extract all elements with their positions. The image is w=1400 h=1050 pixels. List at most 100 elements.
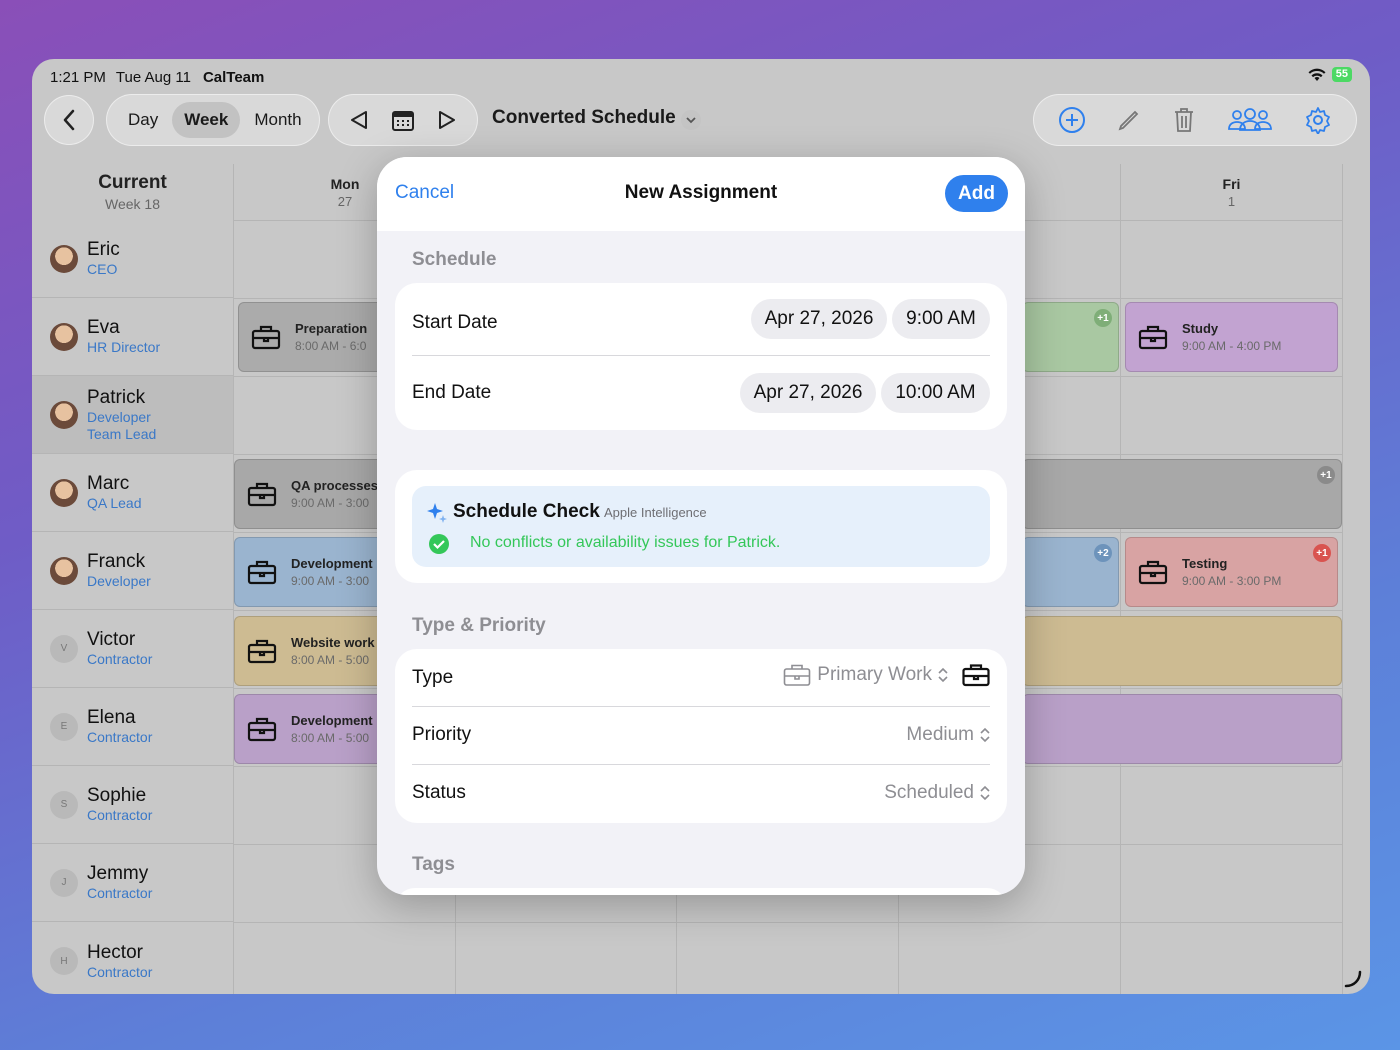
end-time-picker[interactable]: 10:00 AM <box>881 373 990 413</box>
previous-arrow-icon[interactable] <box>348 109 370 131</box>
people-group-icon[interactable] <box>1227 107 1273 133</box>
avatar: E <box>50 712 78 741</box>
next-arrow-icon[interactable] <box>436 109 458 131</box>
resize-handle-icon[interactable] <box>1344 970 1362 988</box>
person-name: Elena <box>87 707 136 728</box>
add-circle-icon[interactable] <box>1058 106 1086 134</box>
person-name: Patrick <box>87 386 146 408</box>
type-priority-card: Type Primary Work Priority Medium Status… <box>395 649 1007 823</box>
briefcase-icon <box>1138 560 1168 585</box>
updown-chevron-icon <box>938 667 948 683</box>
event-testing[interactable]: Testing 9:00 AM - 3:00 PM +1 <box>1125 537 1338 607</box>
event-qa-continued[interactable]: +1 <box>1022 459 1342 529</box>
avatar: S <box>50 790 78 819</box>
event-development-elena[interactable]: Development 8:00 AM - 5:00 <box>234 694 398 764</box>
status-date: Tue Aug 11 <box>115 68 191 86</box>
start-date-label: Start Date <box>412 312 498 333</box>
person-row-sophie[interactable]: S Sophie Contractor <box>32 766 233 844</box>
person-name: Jemmy <box>87 863 149 884</box>
schedule-menu-chevron[interactable] <box>681 110 701 130</box>
event-development-franck[interactable]: Development 9:00 AM - 3:00 <box>234 537 398 607</box>
action-toolbar <box>1033 94 1357 146</box>
event-development-continued[interactable]: +2 <box>1022 537 1119 607</box>
toolbar: Day Week Month Converted Schedule <box>32 94 1370 146</box>
pencil-icon[interactable] <box>1117 108 1141 132</box>
type-picker[interactable]: Primary Work <box>783 663 990 687</box>
avatar <box>50 478 78 507</box>
briefcase-icon <box>1138 325 1168 350</box>
row-divider <box>412 764 990 765</box>
event-green[interactable]: +1 <box>1022 302 1119 372</box>
person-role: CEO <box>87 261 118 277</box>
event-time: 9:00 AM - 3:00 <box>291 496 370 510</box>
day-header-fri[interactable]: Fri 1 <box>1121 176 1342 232</box>
event-development-elena-continued[interactable] <box>1022 694 1342 764</box>
person-row-jemmy[interactable]: J Jemmy Contractor <box>32 844 233 922</box>
event-study[interactable]: Study 9:00 AM - 4:00 PM <box>1125 302 1338 372</box>
person-role: Contractor <box>87 963 153 980</box>
event-time: 9:00 AM - 4:00 PM <box>1182 339 1282 353</box>
back-button[interactable] <box>44 95 94 145</box>
person-row-elena[interactable]: E Elena Contractor <box>32 688 233 766</box>
segment-month[interactable]: Month <box>242 102 313 138</box>
schedule-check-message: No conflicts or availability issues for … <box>470 534 781 551</box>
current-label: Current <box>98 172 167 193</box>
status-icons: 55 <box>1308 67 1352 82</box>
schedule-title[interactable]: Converted Schedule <box>492 107 676 129</box>
segment-day[interactable]: Day <box>116 102 170 138</box>
event-title: Website work <box>291 635 375 650</box>
person-name: Marc <box>87 473 130 494</box>
briefcase-outline-icon <box>783 664 811 686</box>
start-date-picker[interactable]: Apr 27, 2026 <box>751 299 887 339</box>
schedule-check-title: Schedule Check <box>453 501 600 522</box>
briefcase-icon <box>247 717 277 742</box>
event-preparation[interactable]: Preparation 8:00 AM - 6:0 <box>238 302 398 372</box>
event-title: Testing <box>1182 556 1228 571</box>
person-row-eric[interactable]: Eric CEO <box>32 220 233 298</box>
event-qa-processes[interactable]: QA processes 9:00 AM - 3:00 <box>234 459 398 529</box>
priority-row[interactable]: Priority <box>412 716 990 754</box>
type-label: Type <box>412 667 454 688</box>
gear-icon[interactable] <box>1304 106 1332 134</box>
event-website-work[interactable]: Website work 8:00 AM - 5:00 <box>234 616 398 686</box>
overflow-badge: +2 <box>1094 544 1112 562</box>
person-role: Contractor <box>87 807 153 823</box>
priority-label: Priority <box>412 724 472 745</box>
day-name: Fri <box>1222 176 1241 192</box>
sheet-title: New Assignment <box>624 182 778 203</box>
calendar-icon[interactable] <box>391 108 415 132</box>
person-row-hector[interactable]: H Hector Contractor <box>32 922 233 994</box>
end-date-label: End Date <box>412 382 492 403</box>
week-label: Week 18 <box>105 196 160 212</box>
schedule-check-panel: Schedule Check Apple Intelligence No con… <box>412 486 990 567</box>
person-row-victor[interactable]: V Victor Contractor <box>32 610 233 688</box>
segment-week[interactable]: Week <box>172 102 241 138</box>
person-row-patrick[interactable]: Patrick Developer Team Lead <box>32 376 233 454</box>
event-title: Preparation <box>295 321 368 336</box>
person-row-franck[interactable]: Franck Developer <box>32 532 233 610</box>
person-name: Hector <box>87 941 143 963</box>
end-date-picker[interactable]: Apr 27, 2026 <box>740 373 876 413</box>
start-time-picker[interactable]: 9:00 AM <box>892 299 990 339</box>
event-time: 8:00 AM - 5:00 <box>291 653 370 667</box>
schedule-check-subtitle: Apple Intelligence <box>604 505 707 520</box>
status-picker[interactable]: Scheduled <box>884 782 990 804</box>
view-segmented-control: Day Week Month <box>106 94 320 146</box>
section-schedule: Schedule <box>412 249 497 270</box>
checkmark-circle-icon <box>429 534 449 554</box>
avatar <box>50 400 78 429</box>
grid-divider <box>233 922 1342 923</box>
person-row-marc[interactable]: Marc QA Lead <box>32 454 233 532</box>
status-time: 1:21 PM <box>50 68 106 86</box>
priority-value: Medium <box>906 724 974 745</box>
event-website-continued[interactable] <box>1022 616 1342 686</box>
updown-chevron-icon <box>980 785 990 801</box>
priority-picker[interactable]: Medium <box>906 724 990 746</box>
tags-card <box>395 888 1007 895</box>
row-divider <box>412 706 990 707</box>
trash-icon[interactable] <box>1172 106 1196 134</box>
add-button[interactable]: Add <box>945 175 1008 212</box>
briefcase-icon <box>247 560 277 585</box>
person-row-eva[interactable]: Eva HR Director <box>32 298 233 376</box>
status-app-name: CalTeam <box>202 68 265 86</box>
